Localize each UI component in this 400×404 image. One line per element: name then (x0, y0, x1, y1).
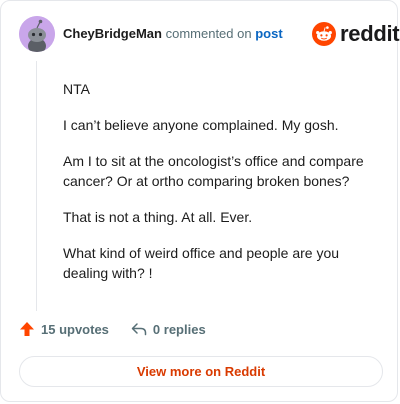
comment-body: NTA I can’t believe anyone complained. M… (63, 79, 379, 299)
user-avatar[interactable] (19, 16, 55, 52)
reply-count: 0 replies (152, 321, 206, 337)
comment-paragraph: That is not a thing. At all. Ever. (63, 209, 253, 225)
comment-header: CheyBridgeMan commented on post (63, 26, 283, 42)
reddit-wordmark: reddit (340, 21, 400, 46)
reddit-snoo-icon (312, 22, 336, 46)
comment-actions: 15 upvotes 0 replies (19, 321, 206, 337)
thread-line (36, 61, 37, 311)
author-name[interactable]: CheyBridgeMan (63, 26, 162, 41)
embed-card: CheyBridgeMan commented on post reddit N… (0, 0, 400, 402)
comment-paragraph: What kind of weird office and people are… (63, 245, 340, 281)
reply-button[interactable]: 0 replies (131, 321, 206, 337)
upvote-count: 15 upvotes (41, 321, 109, 337)
view-more-button[interactable]: View more on Reddit (19, 356, 383, 387)
reply-arrow-icon (131, 323, 147, 336)
snoo-avatar-icon (19, 16, 55, 52)
post-link[interactable]: post (255, 26, 282, 41)
reddit-logo[interactable]: reddit (312, 21, 400, 47)
comment-paragraph: Am I to sit at the oncologist’s office a… (63, 153, 364, 189)
comment-paragraph: I can’t believe anyone complained. My go… (63, 117, 339, 133)
upvote-button[interactable]: 15 upvotes (19, 321, 109, 337)
comment-paragraph: NTA (63, 81, 90, 97)
action-text: commented on (165, 26, 252, 41)
upvote-arrow-icon (20, 322, 34, 336)
